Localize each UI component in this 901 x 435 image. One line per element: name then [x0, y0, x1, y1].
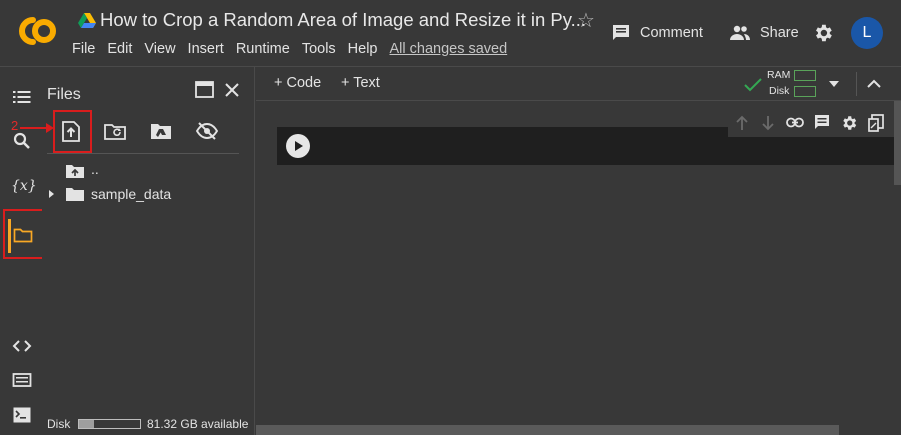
add-text-button[interactable]: + Text — [341, 75, 380, 91]
play-icon — [295, 141, 303, 151]
menu-view[interactable]: View — [144, 41, 175, 59]
mirror-cell-icon[interactable] — [868, 114, 884, 132]
move-down-icon[interactable] — [761, 115, 775, 131]
settings-gear-icon[interactable] — [812, 22, 834, 44]
refresh-folder-icon[interactable] — [104, 123, 127, 141]
disk-available-text: 81.32 GB available — [147, 417, 249, 431]
comment-icon — [613, 25, 629, 40]
parent-dir-label: .. — [91, 161, 99, 177]
notebook-title[interactable]: How to Crop a Random Area of Image and R… — [100, 9, 586, 31]
disk-label: Disk — [47, 417, 71, 431]
folder-filled-icon — [66, 188, 84, 201]
command-palette-icon[interactable] — [12, 370, 32, 390]
link-icon[interactable] — [786, 117, 804, 128]
colab-logo[interactable] — [14, 12, 58, 50]
files-panel-title: Files — [47, 86, 81, 103]
disk-usage-fill — [79, 420, 94, 428]
save-status[interactable]: All changes saved — [390, 41, 508, 59]
expand-arrow-icon[interactable] — [48, 189, 56, 199]
terminal-icon[interactable] — [12, 405, 32, 425]
people-icon — [730, 25, 750, 40]
mount-drive-icon[interactable] — [150, 123, 172, 140]
annotation-arrow-2 — [20, 123, 54, 133]
menu-edit[interactable]: Edit — [107, 41, 132, 59]
share-button[interactable]: Share — [730, 20, 799, 46]
move-up-icon[interactable] — [735, 115, 749, 131]
add-code-button[interactable]: + Code — [274, 75, 321, 91]
menu-runtime[interactable]: Runtime — [236, 41, 290, 59]
menu-file[interactable]: File — [72, 41, 95, 59]
star-icon[interactable]: ☆ — [577, 8, 595, 33]
annotation-number-2: 2 — [11, 118, 19, 133]
collapse-header-icon[interactable] — [867, 79, 881, 88]
toolbar-divider-right — [856, 72, 857, 96]
search-icon[interactable] — [12, 131, 32, 151]
add-comment-icon[interactable] — [814, 114, 830, 131]
menu-help[interactable]: Help — [348, 41, 378, 59]
comment-button[interactable]: Comment — [612, 20, 703, 46]
connected-check-icon — [744, 78, 762, 92]
menu-insert[interactable]: Insert — [188, 41, 224, 59]
google-drive-icon — [78, 13, 96, 28]
comment-label: Comment — [640, 25, 703, 41]
disk-meter[interactable] — [794, 86, 816, 97]
ram-disk-label: Disk — [769, 85, 790, 97]
menu-bar: File Edit View Insert Runtime Tools Help… — [72, 41, 519, 59]
run-cell-button[interactable] — [286, 134, 310, 158]
ram-meter[interactable] — [794, 70, 816, 81]
user-avatar[interactable]: L — [851, 17, 883, 49]
variables-icon[interactable]: {x} — [11, 178, 37, 194]
toolbar-divider — [47, 153, 239, 154]
folder-up-icon — [66, 165, 84, 178]
annotation-box-1 — [3, 209, 47, 259]
ram-label: RAM — [767, 69, 791, 81]
runtime-dropdown-icon[interactable] — [829, 81, 839, 87]
share-label: Share — [760, 25, 799, 41]
horizontal-scrollbar[interactable] — [256, 425, 839, 435]
open-in-tab-icon[interactable] — [195, 81, 214, 98]
hide-hidden-files-icon[interactable] — [196, 122, 218, 140]
folder-name: sample_data — [91, 186, 172, 202]
menu-tools[interactable]: Tools — [302, 41, 336, 59]
vertical-scrollbar[interactable] — [894, 101, 901, 185]
tree-item-sample-data[interactable]: sample_data — [48, 186, 171, 202]
tree-item-parent-dir[interactable]: .. — [66, 161, 99, 179]
table-of-contents-icon[interactable] — [12, 87, 32, 107]
code-snippets-icon[interactable] — [12, 336, 32, 356]
annotation-box-2 — [53, 110, 92, 153]
cell-settings-icon[interactable] — [840, 114, 858, 132]
close-icon[interactable] — [224, 82, 240, 98]
